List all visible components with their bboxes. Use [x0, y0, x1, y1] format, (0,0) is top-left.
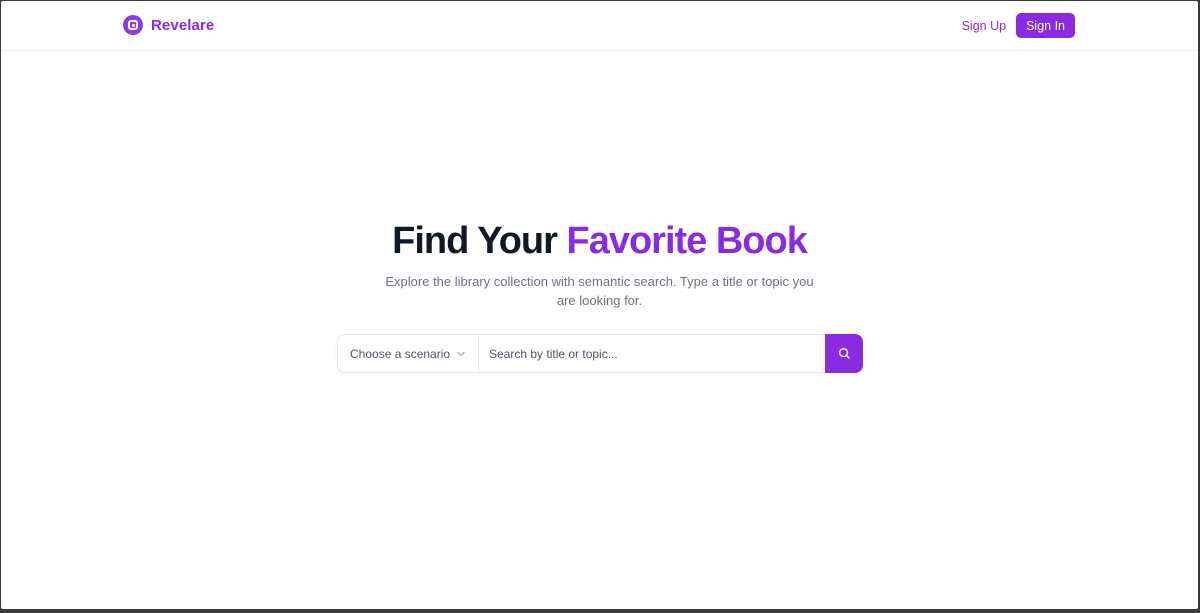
search-icon: [838, 347, 850, 359]
title-accent: Favorite Book: [566, 220, 807, 262]
nav-actions: Sign Up Sign In: [962, 13, 1075, 38]
search-bar: Choose a scenario: [337, 334, 863, 373]
page-subtitle: Explore the library collection with sema…: [385, 274, 814, 308]
search-input[interactable]: [479, 335, 825, 372]
title-main: Find Your: [392, 220, 567, 262]
sign-up-link[interactable]: Sign Up: [962, 19, 1006, 33]
top-navbar: Revelare Sign Up Sign In: [1, 1, 1198, 51]
brand-name: Revelare: [151, 16, 215, 34]
scenario-select[interactable]: Choose a scenario: [338, 335, 479, 372]
page-title: Find Your Favorite Book: [1, 219, 1198, 263]
chevron-down-icon: [457, 351, 465, 356]
scenario-select-label: Choose a scenario: [350, 346, 451, 361]
revelare-logo-icon: [123, 15, 143, 35]
hero-section: Find Your Favorite Book Explore the libr…: [1, 219, 1198, 310]
sign-in-button[interactable]: Sign In: [1016, 13, 1075, 38]
brand[interactable]: Revelare: [123, 15, 214, 35]
browser-window: Revelare Sign Up Sign In Find Your Favor…: [1, 1, 1198, 609]
search-button[interactable]: [825, 334, 863, 373]
